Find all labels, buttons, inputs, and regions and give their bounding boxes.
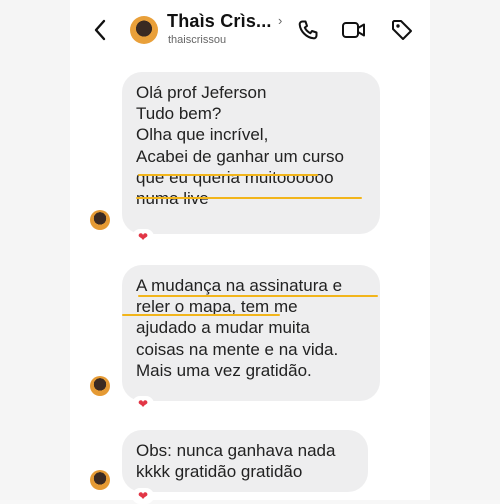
heart-reaction[interactable]: ❤ xyxy=(132,396,154,412)
video-call-button[interactable] xyxy=(341,17,367,43)
message-text: A mudança na assinatura e reler o mapa, … xyxy=(136,276,343,380)
heart-icon: ❤ xyxy=(137,489,149,503)
message-bubble[interactable]: Olá prof Jeferson Tudo bem? Olha que inc… xyxy=(122,72,380,234)
heart-reaction[interactable]: ❤ xyxy=(132,229,154,245)
avatar[interactable] xyxy=(130,16,158,44)
message-bubble[interactable]: Obs: nunca ganhava nada kkkk gratidão gr… xyxy=(122,430,368,492)
phone-icon xyxy=(298,20,318,40)
message-bubble[interactable]: A mudança na assinatura e reler o mapa, … xyxy=(122,265,380,401)
video-camera-icon xyxy=(342,22,365,38)
heart-icon: ❤ xyxy=(137,230,149,244)
back-button[interactable] xyxy=(86,16,114,44)
highlight-underline xyxy=(136,197,362,199)
tag-button[interactable] xyxy=(389,17,415,43)
heart-icon: ❤ xyxy=(137,397,149,411)
heart-reaction[interactable]: ❤ xyxy=(132,488,154,504)
back-chevron-icon xyxy=(94,19,106,41)
tag-icon xyxy=(392,20,412,40)
avatar[interactable] xyxy=(90,210,110,230)
contact-username: thaiscrissou xyxy=(168,34,227,46)
message-text: Olá prof Jeferson Tudo bem? Olha que inc… xyxy=(136,83,344,208)
highlight-underline xyxy=(138,174,318,176)
contact-name[interactable]: Thaìs Crìs... xyxy=(167,11,272,32)
highlight-underline xyxy=(122,314,280,316)
avatar[interactable] xyxy=(90,376,110,396)
chevron-right-icon[interactable]: › xyxy=(278,13,282,28)
message-text: Obs: nunca ganhava nada kkkk gratidão gr… xyxy=(136,441,336,482)
avatar[interactable] xyxy=(90,470,110,490)
highlight-underline xyxy=(138,295,378,297)
chat-screen: Thaìs Crìs... › thaiscrissou Olá prof Je… xyxy=(0,0,500,504)
call-button[interactable] xyxy=(295,17,321,43)
